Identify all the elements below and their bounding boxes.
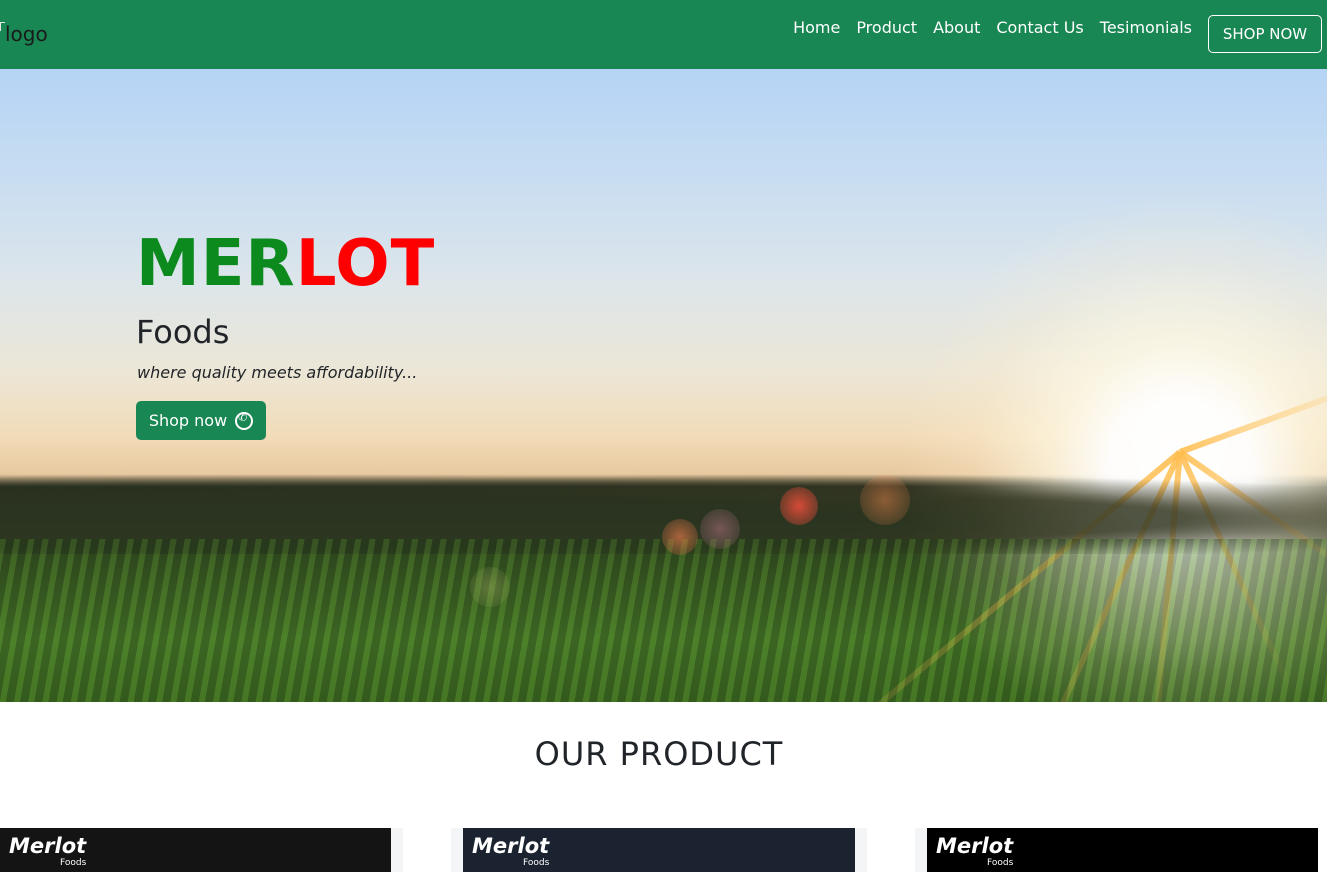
lens-flare bbox=[662, 519, 698, 555]
shop-now-button[interactable]: SHOP NOW bbox=[1208, 15, 1322, 53]
card-logo-sub: Foods bbox=[60, 858, 87, 868]
crop-field bbox=[0, 539, 1327, 702]
card-logo-sub: Foods bbox=[523, 858, 550, 868]
lens-flare bbox=[860, 475, 910, 525]
nav-link-home[interactable]: Home bbox=[793, 18, 840, 37]
card-edge bbox=[855, 828, 867, 872]
nav-link-testimonials[interactable]: Tesimonials bbox=[1100, 18, 1192, 37]
brand-title-red: LOT bbox=[295, 227, 436, 301]
brand-title: MERLOT bbox=[136, 232, 435, 296]
lens-flare bbox=[700, 509, 740, 549]
card-logo-sub: Foods bbox=[987, 858, 1014, 868]
lens-flare bbox=[780, 487, 818, 525]
hero-tagline: where quality meets affordability... bbox=[137, 363, 418, 382]
brand-title-green: MER bbox=[136, 227, 296, 301]
section-title: OUR PRODUCT bbox=[534, 735, 784, 773]
nav-link-product[interactable]: Product bbox=[856, 18, 917, 37]
card-edge bbox=[391, 828, 403, 872]
hero-shop-now-button[interactable]: Shop now bbox=[136, 401, 266, 440]
nav-link-contact[interactable]: Contact Us bbox=[996, 18, 1083, 37]
card-logo: Merlot bbox=[9, 834, 87, 858]
card-edge bbox=[451, 828, 463, 872]
nav-link-about[interactable]: About bbox=[933, 18, 980, 37]
card-logo: Merlot bbox=[936, 834, 1014, 858]
logo-alt-text: logo bbox=[5, 22, 48, 46]
hero-banner bbox=[0, 69, 1327, 702]
logo-image[interactable]: logo bbox=[0, 22, 48, 46]
nav-links: Home Product About Contact Us Tesimonial… bbox=[793, 18, 1192, 37]
card-logo: Merlot bbox=[472, 834, 550, 858]
product-card[interactable]: Merlot Foods bbox=[463, 828, 855, 872]
whatsapp-icon bbox=[235, 411, 254, 430]
product-card[interactable]: Merlot Foods bbox=[0, 828, 391, 872]
hero-button-label: Shop now bbox=[148, 411, 228, 430]
hero-subtitle: Foods bbox=[136, 313, 230, 351]
navbar: logo Home Product About Contact Us Tesim… bbox=[0, 0, 1327, 69]
product-card[interactable]: Merlot Foods bbox=[927, 828, 1318, 872]
lens-flare bbox=[470, 567, 510, 607]
card-edge bbox=[915, 828, 927, 872]
